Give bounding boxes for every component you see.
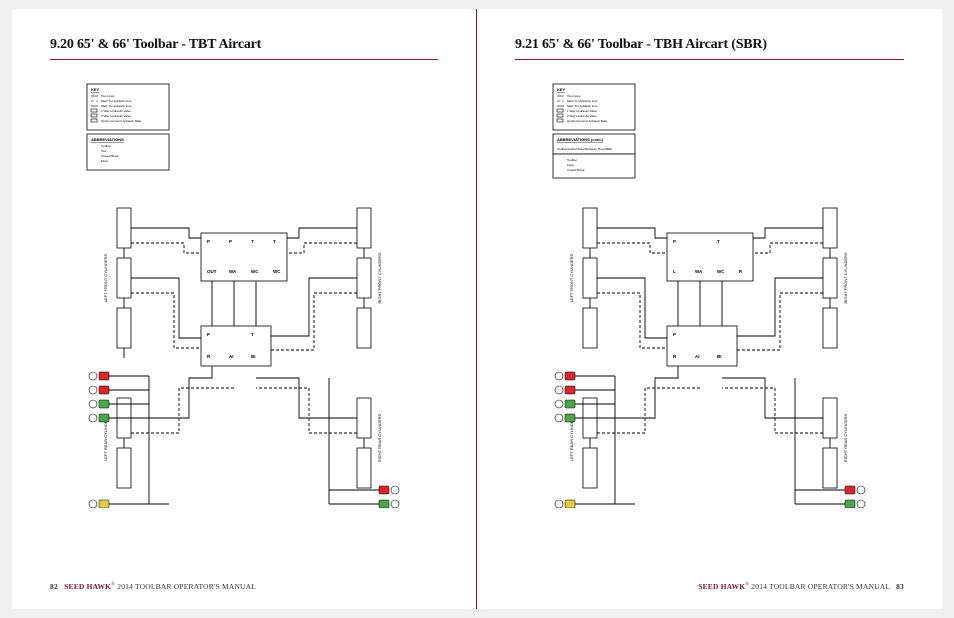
abbr-line: Tow [101,149,107,153]
key-title: KEY [557,87,566,92]
port-label: BI [717,354,722,359]
abbr-line: Closed Block [101,154,119,158]
right-front-cylinders [357,208,371,348]
port-label: WC [251,269,259,274]
key-line: Two Lines [567,94,581,98]
footer-brand: SEED HAWK [698,582,745,591]
rule-left [50,59,438,60]
port: T [251,332,254,337]
page-number-left: 82 [50,582,58,591]
port: T [273,239,276,244]
port: P [207,239,210,244]
left-front-cylinders [117,208,131,358]
heading-left: 9.20 65' & 66' Toolbar - TBT Aircart [50,37,438,53]
port: T [717,239,720,244]
right-rear-cylinders [357,398,371,488]
cyl-label: LEFT FRONT CYLINDERS [569,253,574,302]
port-label: AI [229,354,234,359]
left-rear-cylinders [117,398,131,488]
key-line: Mark To Hydraulic Line [567,104,598,108]
port-label: WC [273,269,281,274]
abbr-line: Float [101,159,108,163]
cyl-label: RIGHT FRONT CYLINDERS [377,252,382,304]
key-line: Mark To Hydraulic Line [101,99,132,103]
port-label: AI [695,354,700,359]
diagram-wrap-left: KEY Two Lines Mark To Hydraulic Line Mar… [50,78,438,518]
right-rear-cylinders [823,398,837,488]
cyl-label: RIGHT FRONT CYLINDERS [843,252,848,304]
port: T [251,239,254,244]
rule-right [515,59,904,60]
port-label: L [673,269,676,274]
page-number-right: 83 [896,582,904,591]
cyl-label: RIGHT REAR CYLINDERS [843,413,848,462]
port: P [673,239,676,244]
page-left: 9.20 65' & 66' Toolbar - TBT Aircart KEY… [12,9,477,609]
key-line: Two Lines [101,94,115,98]
left-front-cylinders [583,208,597,348]
right-front-cylinders [823,208,837,348]
diagram-wrap-right: KEY Two Lines Mark To Hydraulic Line Mar… [515,78,904,518]
port-label: WC [717,269,725,274]
port: P [673,332,676,337]
abbr-line: Toolbar behind Seed Between Row(SBR) [557,147,612,151]
port-label: OUT [207,269,217,274]
port: P [229,239,232,244]
cyl-label: RIGHT REAR CYLINDERS [377,413,382,462]
key-line: 2 Way Hydraulic Valve [101,114,131,118]
schematic-svg-right: KEY Two Lines Mark To Hydraulic Line Mar… [545,78,875,508]
footer-right: SEED HAWK® 2014 TOOLBAR OPERATOR'S MANUA… [698,582,904,591]
connectors-right-bottom [329,486,399,508]
page-spread: 9.20 65' & 66' Toolbar - TBT Aircart KEY… [12,9,942,609]
abbr-line: Float [567,163,574,167]
footer-rest: 2014 TOOLBAR OPERATOR'S MANUAL [749,582,890,591]
abbr-title: ABBREVIATIONS (cont.) [557,137,604,142]
schematic-svg-left: KEY Two Lines Mark To Hydraulic Line Mar… [79,78,409,508]
heading-right: 9.21 65' & 66' Toolbar - TBH Aircart (SB… [515,37,904,53]
port: P [207,332,210,337]
key-line: Quick Connect Hydraulic Male [101,119,142,123]
abbr-title: ABBREVIATIONS [91,137,124,142]
hydraulic-diagram-left: KEY Two Lines Mark To Hydraulic Line Mar… [79,78,409,508]
page-right: 9.21 65' & 66' Toolbar - TBH Aircart (SB… [477,9,942,609]
key-line: Mark To Hydraulic Line [101,104,132,108]
connectors-right-bottom [795,486,865,508]
port-label: WA [695,269,703,274]
key-line: 1 Way Hydraulic Valve [567,109,597,113]
abbr-line: Closed Block [567,168,585,172]
key-line: 2 Way Hydraulic Valve [567,114,597,118]
key-line: 1 Way Hydraulic Valve [101,109,131,113]
footer-left: 82 SEED HAWK® 2014 TOOLBAR OPERATOR'S MA… [50,582,256,591]
footer-brand: SEED HAWK [64,582,111,591]
port-label: BI [251,354,256,359]
left-rear-cylinders [583,398,597,488]
abbr-line: Toolbar [567,158,577,162]
key-line: Mark To Hydraulic Line [567,99,598,103]
key-title: KEY [91,87,100,92]
footer-rest: 2014 TOOLBAR OPERATOR'S MANUAL [115,582,256,591]
hydraulic-diagram-right: KEY Two Lines Mark To Hydraulic Line Mar… [545,78,875,508]
port-label: WA [229,269,237,274]
cyl-label: LEFT FRONT CYLINDERS [103,253,108,302]
key-line: Quick Connect Hydraulic Male [567,119,608,123]
abbr-line: Toolbar [101,144,111,148]
